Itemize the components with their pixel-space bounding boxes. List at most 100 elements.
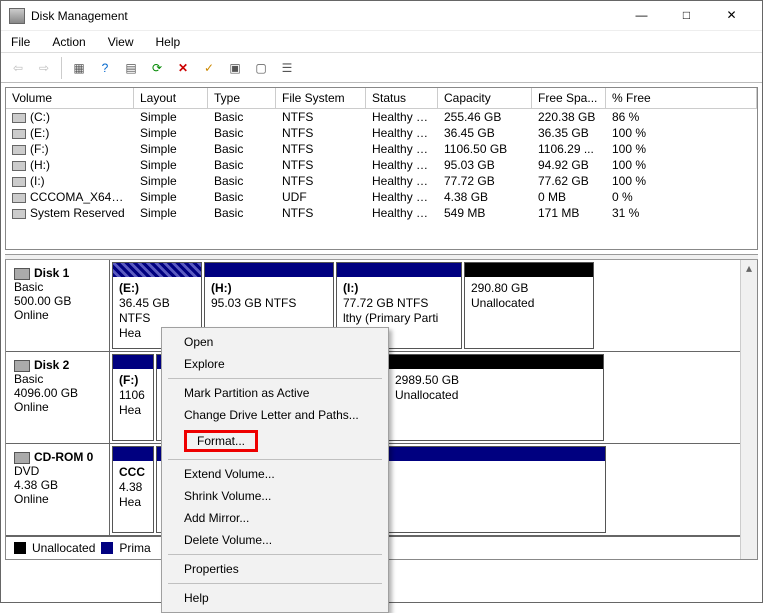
- disk-info[interactable]: CD-ROM 0DVD4.38 GBOnline: [6, 444, 110, 535]
- menu-view[interactable]: View: [104, 33, 138, 51]
- volume-row[interactable]: (I:)SimpleBasicNTFSHealthy (P...77.72 GB…: [6, 173, 757, 189]
- vol-capacity: 95.03 GB: [438, 157, 532, 173]
- vol-fs: NTFS: [276, 141, 366, 157]
- partition[interactable]: CCC4.38Hea: [112, 446, 154, 533]
- vol-fs: NTFS: [276, 125, 366, 141]
- properties-icon[interactable]: ☰: [276, 57, 298, 79]
- menu-file[interactable]: File: [7, 33, 34, 51]
- partition-body: CCC4.38Hea: [113, 461, 153, 532]
- partition-body: 2989.50 GBUnallocated: [389, 369, 603, 440]
- vol-status: Healthy (P...: [366, 189, 438, 205]
- view-list-icon[interactable]: ▦: [68, 57, 90, 79]
- partition-line2: Hea: [119, 495, 141, 509]
- disk-icon: [14, 268, 30, 280]
- disk-type: DVD: [14, 464, 39, 478]
- vol-name: (I:): [30, 174, 45, 188]
- action1-icon[interactable]: ▣: [224, 57, 246, 79]
- volume-row[interactable]: System ReservedSimpleBasicNTFSHealthy (S…: [6, 205, 757, 221]
- drive-icon: [12, 161, 26, 171]
- check-icon[interactable]: ✓: [198, 57, 220, 79]
- vol-fs: NTFS: [276, 205, 366, 221]
- vol-layout: Simple: [134, 173, 208, 189]
- vol-capacity: 4.38 GB: [438, 189, 532, 205]
- close-button[interactable]: ✕: [709, 1, 754, 30]
- minimize-button[interactable]: —: [619, 1, 664, 30]
- partition-title: (E:): [119, 281, 139, 295]
- ctx-explore[interactable]: Explore: [164, 353, 386, 375]
- ctx-change-letter[interactable]: Change Drive Letter and Paths...: [164, 404, 386, 426]
- delete-icon[interactable]: ✕: [172, 57, 194, 79]
- legend-primary: Prima: [119, 541, 150, 555]
- vol-free: 171 MB: [532, 205, 606, 221]
- partition-line1: 4.38: [119, 480, 142, 494]
- volume-row[interactable]: CCCOMA_X64FRE...SimpleBasicUDFHealthy (P…: [6, 189, 757, 205]
- col-filesystem[interactable]: File System: [276, 88, 366, 109]
- vol-name: (E:): [30, 126, 49, 140]
- scrollbar[interactable]: ▴: [740, 260, 757, 559]
- disk-icon: [14, 360, 30, 372]
- vol-type: Basic: [208, 109, 276, 125]
- ctx-format[interactable]: Format...: [164, 426, 386, 456]
- partition-bar: [205, 263, 333, 277]
- vol-free: 94.92 GB: [532, 157, 606, 173]
- col-type[interactable]: Type: [208, 88, 276, 109]
- view-tiles-icon[interactable]: ▤: [120, 57, 142, 79]
- legend-swatch-primary: [101, 542, 113, 554]
- vol-pctfree: 100 %: [606, 173, 700, 189]
- col-pctfree[interactable]: % Free: [606, 88, 757, 109]
- partition-line1: 290.80 GB: [471, 281, 528, 295]
- ctx-open[interactable]: Open: [164, 331, 386, 353]
- refresh-icon[interactable]: ⟳: [146, 57, 168, 79]
- partition-line1: 1106: [119, 388, 145, 402]
- ctx-add-mirror[interactable]: Add Mirror...: [164, 507, 386, 529]
- volume-row[interactable]: (H:)SimpleBasicNTFSHealthy (P...95.03 GB…: [6, 157, 757, 173]
- drive-icon: [12, 177, 26, 187]
- col-free[interactable]: Free Spa...: [532, 88, 606, 109]
- help-icon[interactable]: ?: [94, 57, 116, 79]
- disk-state: Online: [14, 400, 49, 414]
- forward-button[interactable]: ⇨: [33, 57, 55, 79]
- volume-row[interactable]: (F:)SimpleBasicNTFSHealthy (P...1106.50 …: [6, 141, 757, 157]
- ctx-shrink[interactable]: Shrink Volume...: [164, 485, 386, 507]
- back-button[interactable]: ⇦: [7, 57, 29, 79]
- partition[interactable]: 290.80 GBUnallocated: [464, 262, 594, 349]
- ctx-properties[interactable]: Properties: [164, 558, 386, 580]
- ctx-mark-active[interactable]: Mark Partition as Active: [164, 382, 386, 404]
- scroll-up-icon[interactable]: ▴: [741, 260, 757, 277]
- partition-title: (F:): [119, 373, 138, 387]
- vol-free: 0 MB: [532, 189, 606, 205]
- menu-action[interactable]: Action: [48, 33, 89, 51]
- vol-fs: NTFS: [276, 157, 366, 173]
- vol-layout: Simple: [134, 141, 208, 157]
- vol-pctfree: 100 %: [606, 125, 700, 141]
- legend-swatch-unallocated: [14, 542, 26, 554]
- partition[interactable]: 2989.50 GBUnallocated: [388, 354, 604, 441]
- ctx-extend[interactable]: Extend Volume...: [164, 463, 386, 485]
- col-volume[interactable]: Volume: [6, 88, 134, 109]
- vol-status: Healthy (P...: [366, 141, 438, 157]
- vol-pctfree: 31 %: [606, 205, 700, 221]
- ctx-delete[interactable]: Delete Volume...: [164, 529, 386, 551]
- partition-bar: [113, 355, 153, 369]
- partition[interactable]: (F:)1106Hea: [112, 354, 154, 441]
- col-capacity[interactable]: Capacity: [438, 88, 532, 109]
- vol-status: Healthy (P...: [366, 173, 438, 189]
- disk-size: 4.38 GB: [14, 478, 58, 492]
- volume-header-row: Volume Layout Type File System Status Ca…: [6, 88, 757, 109]
- volume-row[interactable]: (E:)SimpleBasicNTFSHealthy (P...36.45 GB…: [6, 125, 757, 141]
- menu-help[interactable]: Help: [152, 33, 185, 51]
- volume-row[interactable]: (C:)SimpleBasicNTFSHealthy (B...255.46 G…: [6, 109, 757, 125]
- disk-info[interactable]: Disk 2Basic4096.00 GBOnline: [6, 352, 110, 443]
- partition-line2: Hea: [119, 326, 141, 340]
- vol-status: Healthy (P...: [366, 157, 438, 173]
- disk-info[interactable]: Disk 1Basic500.00 GBOnline: [6, 260, 110, 351]
- col-layout[interactable]: Layout: [134, 88, 208, 109]
- partition-line2: Unallocated: [471, 296, 534, 310]
- partition-line2: Unallocated: [395, 388, 458, 402]
- action2-icon[interactable]: ▢: [250, 57, 272, 79]
- col-status[interactable]: Status: [366, 88, 438, 109]
- vol-layout: Simple: [134, 109, 208, 125]
- vol-name: System Reserved: [30, 206, 125, 220]
- maximize-button[interactable]: □: [664, 1, 709, 30]
- ctx-help[interactable]: Help: [164, 587, 386, 609]
